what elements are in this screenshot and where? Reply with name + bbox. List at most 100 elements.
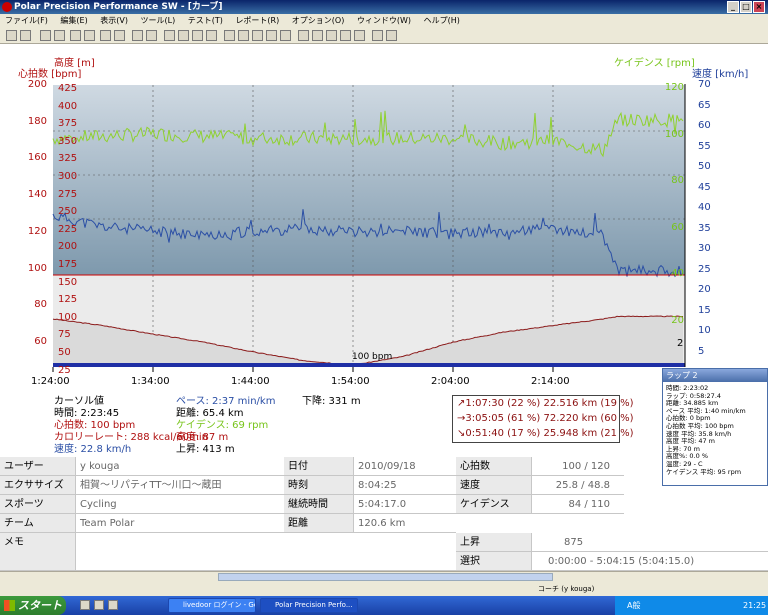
open-icon[interactable] [6,30,17,41]
table-icon[interactable] [132,30,143,41]
hr-tick: 200 [27,79,47,90]
date-label: 日付 [284,457,354,476]
speed-tick: 5 [698,345,705,357]
altitude-tick: 125 [58,294,78,306]
exercise-label: エクササイズ [0,476,76,495]
hr-zone-area [53,85,685,275]
menu-test[interactable]: テスト(T) [183,14,228,28]
curve5-icon[interactable] [354,30,365,41]
time-tick: 2:14:00 [531,376,570,387]
exercise-value: 相賀～リパティTT～川口～蔵田 [76,476,284,495]
menu-help[interactable]: ヘルプ(H) [419,14,465,28]
distance-label: 距離 [284,514,354,533]
maximize-button[interactable]: □ [740,1,752,13]
hr-tick: 160 [27,152,47,164]
altitude-tick: 150 [58,276,78,288]
altitude-tick: 350 [58,135,78,147]
zoom-icon[interactable] [224,30,235,41]
hr-summary-value: 100 / 120 [532,457,624,476]
speed-tick: 70 [698,79,711,90]
task-browser[interactable]: livedoor ログイン - Go... [168,598,256,613]
toolbar [0,28,768,44]
lap-icon[interactable] [252,30,263,41]
menu-tools[interactable]: ツール(L) [136,14,181,28]
horizontal-scrollbar[interactable] [0,571,768,582]
zoom-out-icon[interactable] [238,30,249,41]
export-icon[interactable] [372,30,383,41]
lap-row: ケイデンス 平均: 95 rpm [666,467,742,476]
cursor-info-panel: カーソル値 時間: 2:23:45 心拍数: 100 bpm カロリーレート: … [0,389,768,455]
ascent-summary-label: 上昇 [456,533,532,552]
cadence-summary-label: ケイデンス [456,495,532,514]
time-tick: 2:04:00 [431,376,470,387]
duration-label: 継続時間 [284,495,354,514]
chart-icon[interactable] [178,30,189,41]
time-tick: 1:34:00 [131,376,170,387]
user-icon[interactable] [40,30,51,41]
hr-tick: 60 [34,335,47,347]
layers-icon[interactable] [146,30,157,41]
duration-value: 5:04:17.0 [354,495,456,514]
cursor-ascent: 上昇: 413 m [176,444,235,455]
save-icon[interactable] [20,30,31,41]
calendar-icon[interactable] [54,30,65,41]
lap-tooltip-title: ラップ 2 [663,369,767,382]
speed-axis-label: 速度 [km/h] [692,69,749,80]
zone-down: ↘0:51:40 (17 %) 25.948 km (21 %) [457,428,634,439]
close-button[interactable]: × [753,1,765,13]
altitude-tick: 375 [58,118,78,130]
curve2-icon[interactable] [312,30,323,41]
altitude-tick: 425 [58,83,78,94]
user-label: ユーザー [0,457,76,476]
curve-icon[interactable] [298,30,309,41]
task-polar[interactable]: Polar Precision Perfo... [260,598,358,613]
bar-chart-icon[interactable] [192,30,203,41]
selection-value: 0:00:00 - 5:04:15 (5:04:15.0) [532,552,768,571]
scrollbar-thumb[interactable] [218,573,553,581]
team-value: Team Polar [76,514,284,533]
lap-marker: 2 [677,338,684,349]
start-button[interactable]: スタート [0,596,66,615]
heart-icon[interactable] [84,30,95,41]
status-bar: コーチ (y kouga) [0,582,768,596]
team-label: チーム [0,514,76,533]
curve-graph[interactable]: 高度 [m] 心拍数 [bpm] ケイデンス [rpm] 速度 [km/h] 2… [0,44,768,389]
time-label: 時刻 [284,476,354,495]
curve3-icon[interactable] [326,30,337,41]
sync-icon[interactable] [70,30,81,41]
menu-options[interactable]: オプション(O) [287,14,350,28]
cadence-axis-label: ケイデンス [rpm] [614,58,695,69]
menu-edit[interactable]: 編集(E) [55,14,92,28]
print-icon[interactable] [386,30,397,41]
menu-file[interactable]: ファイル(F) [0,14,53,28]
ime-indicator[interactable]: A般 [627,596,640,615]
cut-icon[interactable] [266,30,277,41]
curve4-icon[interactable] [340,30,351,41]
speed-summary-label: 速度 [456,476,532,495]
menu-window[interactable]: ウィンドウ(W) [352,14,416,28]
menu-view[interactable]: 表示(V) [95,14,133,28]
grid-icon[interactable] [206,30,217,41]
memo-field[interactable] [76,533,456,571]
cadence-tick: 120 [664,82,684,93]
quicklaunch-desktop-icon[interactable] [108,600,118,610]
speed-tick: 35 [698,222,711,234]
minimize-button[interactable]: _ [727,1,739,13]
quicklaunch-ie-icon[interactable] [80,600,90,610]
hr-summary-label: 心拍数 [456,457,532,476]
altitude-tick: 325 [58,153,78,165]
quicklaunch-folder-icon[interactable] [94,600,104,610]
windows-taskbar: スタート livedoor ログイン - Go... Polar Precisi… [0,596,768,615]
hr-tick: 140 [27,189,47,201]
hr-axis-label: 心拍数 [bpm] [18,69,82,80]
start-label: スタート [18,599,62,612]
x-ticks [52,367,554,372]
altitude-tick: 400 [58,100,78,112]
menu-report[interactable]: レポート(R) [230,14,284,28]
settings-icon[interactable] [100,30,111,41]
tool-icon[interactable] [114,30,125,41]
mark-icon[interactable] [280,30,291,41]
exercise-summary-table: ユーザー y kouga 日付 2010/09/18 心拍数 100 / 120… [0,455,768,595]
folder-icon[interactable] [164,30,175,41]
speed-tick: 45 [698,181,711,193]
